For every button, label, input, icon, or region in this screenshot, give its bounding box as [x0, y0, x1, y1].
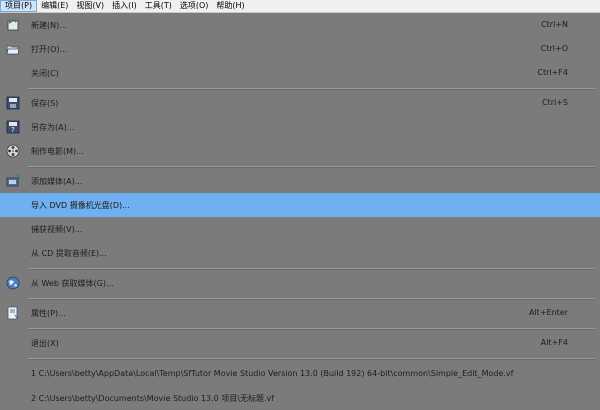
menu-item-new[interactable]: 新建(N)... Ctrl+N	[0, 13, 600, 37]
menu-item-label: 关闭(C)	[31, 69, 59, 78]
menu-item-label: 新建(N)...	[31, 21, 67, 30]
menu-item-shortcut: Ctrl+N	[541, 20, 568, 29]
menu-item-import-dvd[interactable]: 导入 DVD 摄像机光盘(D)...	[0, 193, 600, 217]
menu-item-extract-cd-audio[interactable]: 从 CD 提取音频(E)...	[0, 241, 600, 265]
menu-item-label: 打开(O)...	[31, 45, 68, 54]
menu-item-label: 捕获视频(V)...	[31, 225, 83, 234]
project-dropdown-menu: 新建(N)... Ctrl+N 打开(O)... Ctrl+O 关闭(C) Ct…	[0, 13, 600, 410]
menu-item-shortcut: Alt+Enter	[528, 308, 568, 317]
menu-item-recent-file-2[interactable]: 2 C:\Users\betty\Documents\Movie Studio …	[0, 386, 600, 410]
menubar-help[interactable]: 帮助(H)	[212, 0, 248, 12]
menu-item-label: 添加媒体(A)...	[31, 177, 83, 186]
menu-item-label: 另存为(A)...	[31, 123, 75, 132]
menu-item-recent-file-1[interactable]: 1 C:\Users\betty\AppData\Local\Temp\SfTu…	[0, 362, 600, 386]
save-disk-icon	[6, 96, 20, 110]
open-folder-icon	[6, 42, 20, 56]
menu-item-label: 从 CD 提取音频(E)...	[31, 249, 107, 258]
menu-item-label: 从 Web 获取媒体(G)...	[31, 279, 114, 288]
menu-separator	[28, 268, 594, 270]
menu-item-shortcut: Alt+F4	[540, 338, 568, 347]
menu-separator	[28, 88, 594, 90]
menu-item-close[interactable]: 关闭(C) Ctrl+F4	[0, 61, 600, 85]
menu-item-add-media[interactable]: 添加媒体(A)...	[0, 169, 600, 193]
menubar-project[interactable]: 项目(P)	[0, 0, 38, 12]
menubar-options[interactable]: 选项(O)	[176, 0, 213, 12]
menu-bar: 项目(P) 编辑(E) 视图(V) 插入(I) 工具(T) 选项(O) 帮助(H…	[0, 0, 600, 13]
menu-item-capture-video[interactable]: 捕获视频(V)...	[0, 217, 600, 241]
save-as-icon: ?	[6, 120, 20, 134]
menu-item-label: 退出(X)	[31, 339, 59, 348]
menu-item-save[interactable]: 保存(S) Ctrl+S	[0, 91, 600, 115]
menu-separator	[28, 298, 594, 300]
menu-item-shortcut: Ctrl+F4	[537, 68, 568, 77]
new-project-icon	[6, 18, 20, 32]
menu-separator	[28, 166, 594, 168]
menubar-insert[interactable]: 插入(I)	[108, 0, 141, 12]
menubar-tools[interactable]: 工具(T)	[141, 0, 176, 12]
svg-text:?: ?	[11, 126, 15, 134]
web-globe-icon	[6, 276, 20, 290]
menubar-view[interactable]: 视图(V)	[72, 0, 108, 12]
menu-item-save-as[interactable]: ? 另存为(A)...	[0, 115, 600, 139]
film-reel-icon	[6, 144, 20, 158]
properties-icon	[6, 306, 20, 320]
menu-item-exit[interactable]: 退出(X) Alt+F4	[0, 331, 600, 355]
menubar-edit[interactable]: 编辑(E)	[37, 0, 72, 12]
menu-item-label: 导入 DVD 摄像机光盘(D)...	[31, 201, 130, 210]
menu-item-get-media-from-web[interactable]: 从 Web 获取媒体(G)...	[0, 271, 600, 295]
add-media-icon	[6, 174, 20, 188]
menu-item-shortcut: Ctrl+S	[541, 98, 568, 107]
menu-item-make-movie[interactable]: 制作电影(M)...	[0, 139, 600, 163]
menu-item-label: 制作电影(M)...	[31, 147, 84, 156]
menu-item-shortcut: Ctrl+O	[540, 44, 568, 53]
menu-item-label: 属性(P)...	[31, 309, 66, 318]
menu-item-label: 保存(S)	[31, 99, 59, 108]
menu-item-open[interactable]: 打开(O)... Ctrl+O	[0, 37, 600, 61]
menu-item-properties[interactable]: 属性(P)... Alt+Enter	[0, 301, 600, 325]
menu-separator	[28, 358, 594, 360]
menu-separator	[28, 328, 594, 330]
menu-item-label: 1 C:\Users\betty\AppData\Local\Temp\SfTu…	[31, 369, 514, 378]
menu-item-label: 2 C:\Users\betty\Documents\Movie Studio …	[31, 394, 275, 403]
